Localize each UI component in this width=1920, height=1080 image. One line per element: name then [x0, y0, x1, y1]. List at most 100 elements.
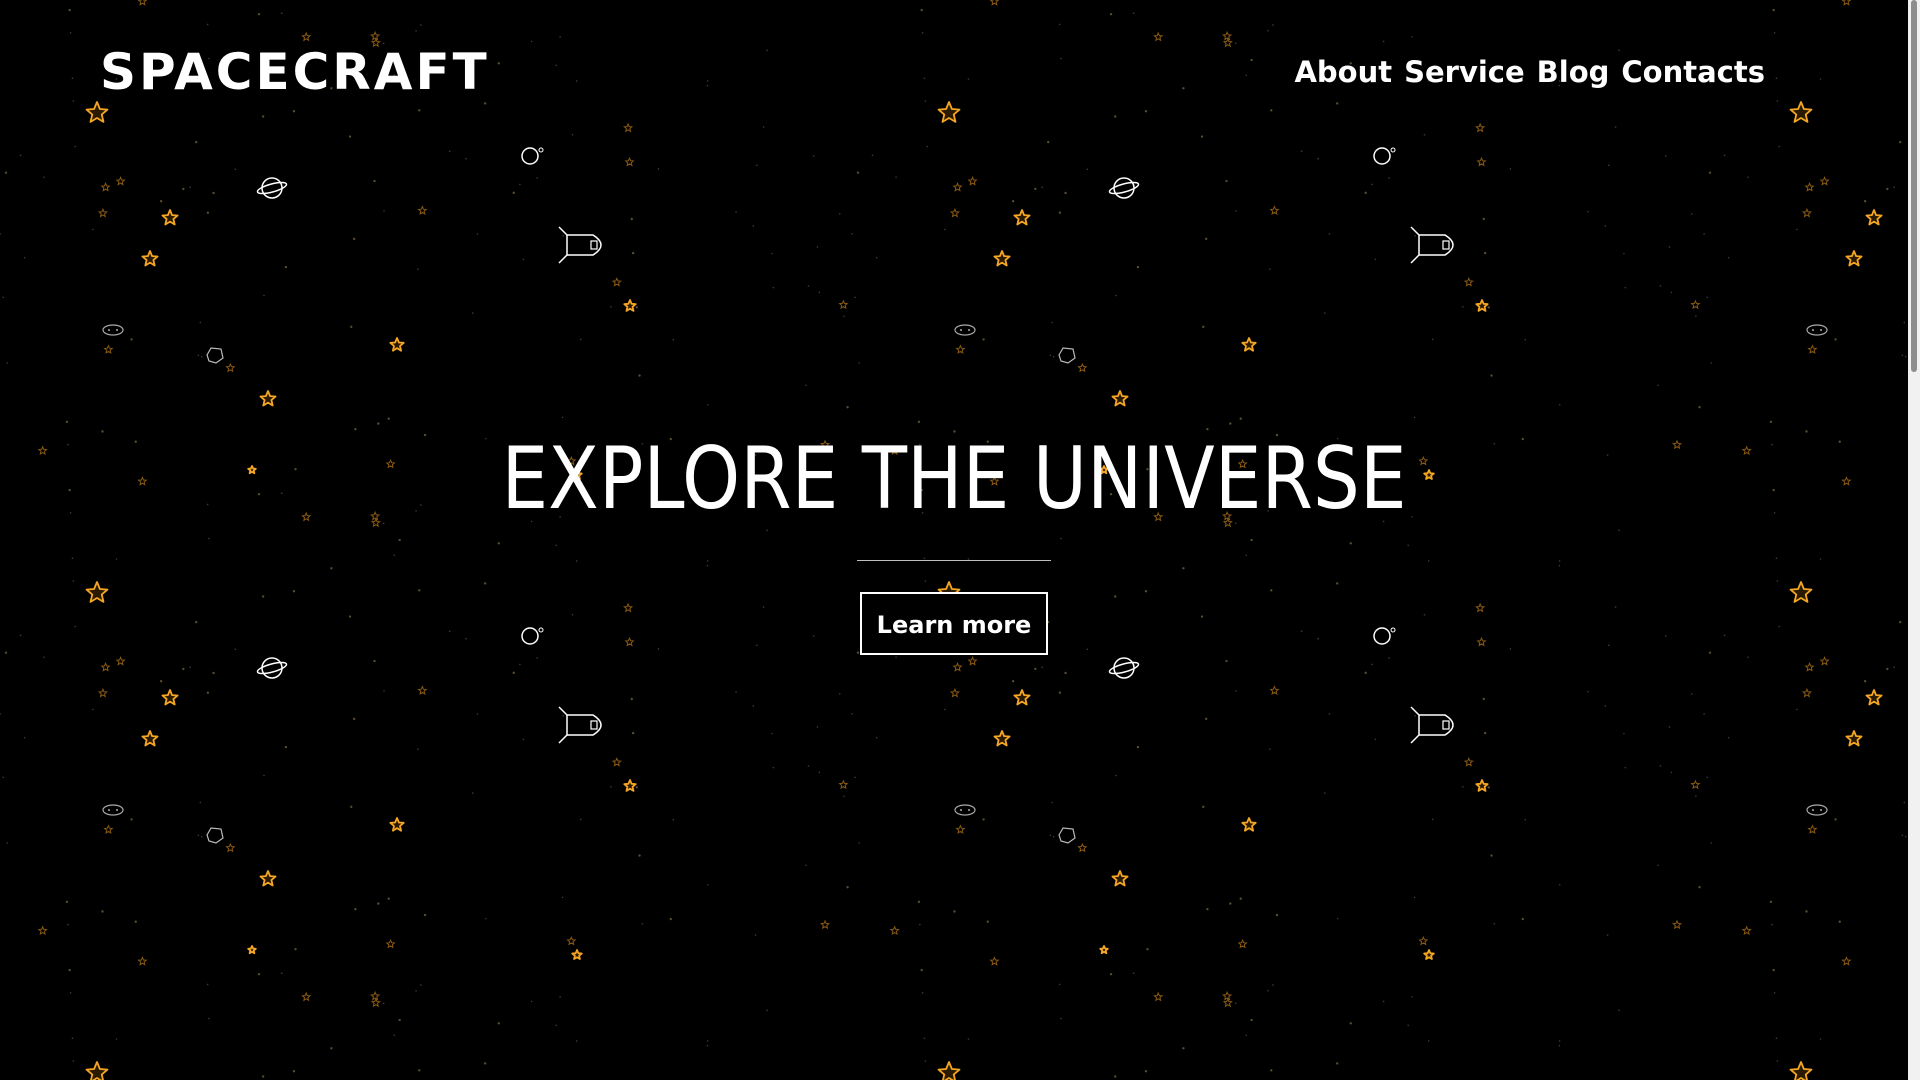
star-dot: [0, 713, 1, 715]
ufo-icon: [102, 324, 124, 336]
star-dot: [1623, 732, 1625, 735]
star-dot: [561, 896, 564, 899]
star-dot: [263, 774, 265, 777]
star-dot: [261, 1075, 265, 1078]
nav-link-blog[interactable]: Blog: [1537, 52, 1610, 92]
star-dot: [575, 1040, 578, 1042]
star-dot: [843, 315, 845, 318]
star-dot: [1049, 834, 1052, 836]
star-dot: [212, 191, 215, 195]
star-dot: [638, 374, 641, 377]
star-dot: [1509, 168, 1512, 170]
star-dot: [1695, 795, 1697, 798]
small-star-icon: [952, 181, 963, 192]
star-dot: [805, 864, 807, 867]
ufo-icon: [954, 324, 976, 336]
star-dot: [2, 776, 4, 779]
star-dot: [1698, 886, 1701, 889]
star-dot: [1773, 992, 1776, 994]
star-dot: [354, 907, 357, 911]
star-dot: [706, 1040, 709, 1042]
star-dot: [1109, 972, 1113, 976]
star-dot: [448, 150, 451, 152]
star-dot: [6, 362, 8, 364]
star-icon: [1475, 299, 1489, 312]
star-dot: [856, 171, 860, 174]
star-dot: [1414, 715, 1416, 717]
star-dot: [1623, 252, 1625, 255]
star-dot: [415, 989, 417, 992]
star-dot: [1587, 690, 1589, 693]
star-dot: [71, 1037, 74, 1040]
scrollbar-thumb[interactable]: [1911, 0, 1917, 372]
star-dot: [1011, 200, 1015, 203]
rocket-icon: [1410, 706, 1454, 744]
nav-item-service: Service: [1404, 52, 1525, 92]
learn-more-button[interactable]: Learn more: [860, 592, 1048, 655]
star-dot: [1250, 1018, 1253, 1022]
star-dot: [23, 256, 26, 259]
star-dot: [858, 362, 860, 364]
star-dot: [610, 786, 612, 788]
star-dot: [257, 972, 261, 976]
star-dot: [212, 671, 215, 675]
small-star-icon: [1819, 655, 1830, 666]
nav-link-about[interactable]: About: [1294, 52, 1392, 92]
star-dot: [1204, 717, 1208, 721]
nav-link-service[interactable]: Service: [1404, 52, 1525, 92]
star-dot: [1703, 713, 1705, 715]
star-dot: [1245, 1034, 1248, 1036]
star-dot: [1413, 896, 1416, 899]
star-dot: [805, 384, 807, 387]
star-dot: [373, 659, 376, 663]
star-icon: [141, 730, 159, 747]
star-dot: [1275, 913, 1279, 917]
star-dot: [919, 923, 921, 926]
star-dot: [1904, 355, 1907, 358]
small-star-icon: [955, 824, 966, 834]
star-dot: [1225, 659, 1228, 663]
star-dot: [1206, 907, 1209, 911]
small-star-icon: [301, 991, 312, 1002]
star-dot: [6, 842, 8, 844]
star-dot: [1618, 1009, 1620, 1012]
star-dot: [497, 1022, 500, 1025]
small-star-icon: [225, 362, 236, 373]
star-dot: [350, 325, 353, 329]
star-dot: [735, 690, 737, 693]
star-dot: [393, 1034, 396, 1036]
star-dot: [115, 1038, 118, 1040]
star-dot: [1388, 657, 1390, 659]
star-dot: [1708, 171, 1712, 174]
star-dot: [1058, 983, 1061, 986]
star-dot: [206, 983, 209, 986]
site-logo[interactable]: SPACECRAFT: [100, 42, 490, 102]
star-dot: [875, 256, 878, 259]
star-dot: [944, 708, 946, 711]
star-dot: [377, 902, 380, 905]
hero-title: EXPLORE THE UNIVERSE: [501, 429, 1407, 529]
star-dot: [1490, 374, 1493, 377]
small-star-icon: [949, 207, 960, 218]
star-dot: [1657, 384, 1659, 387]
vertical-scrollbar[interactable]: [1908, 0, 1920, 1080]
ufo-icon: [102, 804, 124, 816]
star-icon: [1013, 689, 1031, 706]
star-dot: [536, 657, 538, 659]
star-dot: [19, 154, 22, 157]
small-star-icon: [1222, 990, 1233, 1001]
small-star-icon: [949, 687, 960, 698]
star-dot: [536, 177, 538, 179]
nav-link-contacts[interactable]: Contacts: [1621, 52, 1765, 92]
small-star-icon: [1463, 277, 1474, 287]
small-star-icon: [1222, 997, 1233, 1008]
star-dot: [522, 258, 525, 261]
star-dot: [1482, 217, 1486, 221]
star-dot: [1269, 268, 1271, 270]
rocket-icon: [558, 706, 602, 744]
small-star-icon: [1269, 205, 1280, 215]
star-dot: [263, 294, 265, 297]
star-dot: [1901, 354, 1904, 356]
star-dot: [1462, 306, 1464, 308]
star-dot: [72, 1060, 75, 1062]
